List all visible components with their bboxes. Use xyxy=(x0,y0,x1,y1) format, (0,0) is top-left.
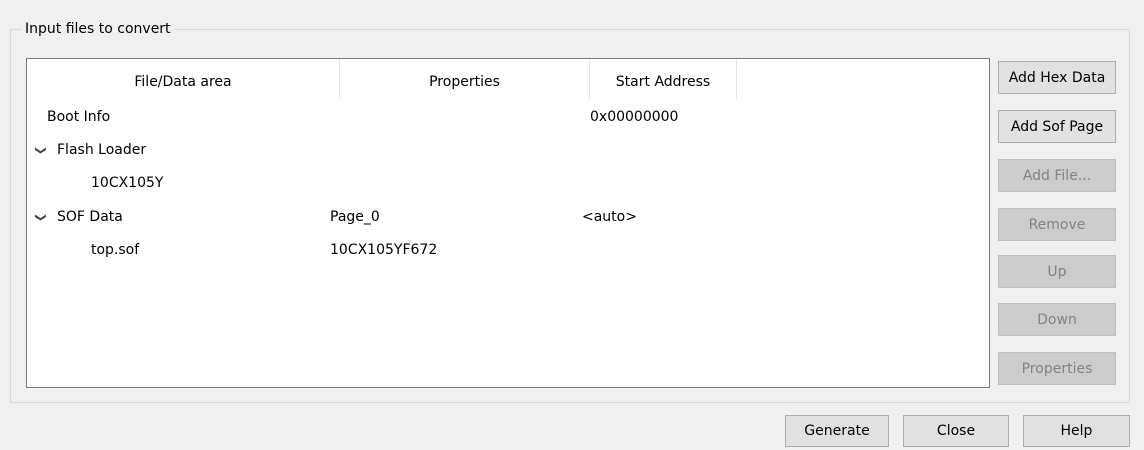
add-hex-data-button[interactable]: Add Hex Data xyxy=(998,61,1116,94)
row-name: Flash Loader xyxy=(57,142,147,158)
chevron-down-icon[interactable]: ❯ xyxy=(27,145,58,157)
row-properties: 10CX105YF672 xyxy=(330,242,438,258)
input-files-tree[interactable]: File/Data area Properties Start Address … xyxy=(26,58,990,388)
tree-row-sof-data[interactable]: ❯ SOF Data Page_0 <auto> xyxy=(27,201,989,234)
add-sof-page-button[interactable]: Add Sof Page xyxy=(998,110,1116,143)
row-properties: Page_0 xyxy=(330,209,380,225)
add-file-button[interactable]: Add File... xyxy=(998,159,1116,192)
tree-row-top-sof[interactable]: top.sof 10CX105YF672 xyxy=(27,234,989,267)
close-button[interactable]: Close xyxy=(903,415,1009,447)
tree-header: File/Data area Properties Start Address xyxy=(27,59,989,100)
down-button[interactable]: Down xyxy=(998,303,1116,336)
column-header-start-address[interactable]: Start Address xyxy=(590,59,737,99)
column-header-file-data-area[interactable]: File/Data area xyxy=(27,59,340,99)
row-start-address: <auto> xyxy=(582,209,637,225)
row-name: top.sof xyxy=(91,242,140,258)
generate-button[interactable]: Generate xyxy=(785,415,889,447)
row-name: 10CX105Y xyxy=(91,175,164,191)
row-start-address: 0x00000000 xyxy=(590,109,679,125)
column-header-properties[interactable]: Properties xyxy=(340,59,590,99)
tree-row-flash-loader[interactable]: ❯ Flash Loader xyxy=(27,134,989,167)
tree-row-boot-info[interactable]: Boot Info 0x00000000 xyxy=(27,101,989,134)
chevron-down-icon[interactable]: ❯ xyxy=(27,212,58,224)
tree-row-10cx105y[interactable]: 10CX105Y xyxy=(27,167,989,200)
row-name: Boot Info xyxy=(47,109,111,125)
properties-button[interactable]: Properties xyxy=(998,352,1116,385)
group-title: Input files to convert xyxy=(22,20,174,38)
row-name: SOF Data xyxy=(57,209,123,225)
help-button[interactable]: Help xyxy=(1023,415,1130,447)
remove-button[interactable]: Remove xyxy=(998,208,1116,241)
up-button[interactable]: Up xyxy=(998,255,1116,288)
